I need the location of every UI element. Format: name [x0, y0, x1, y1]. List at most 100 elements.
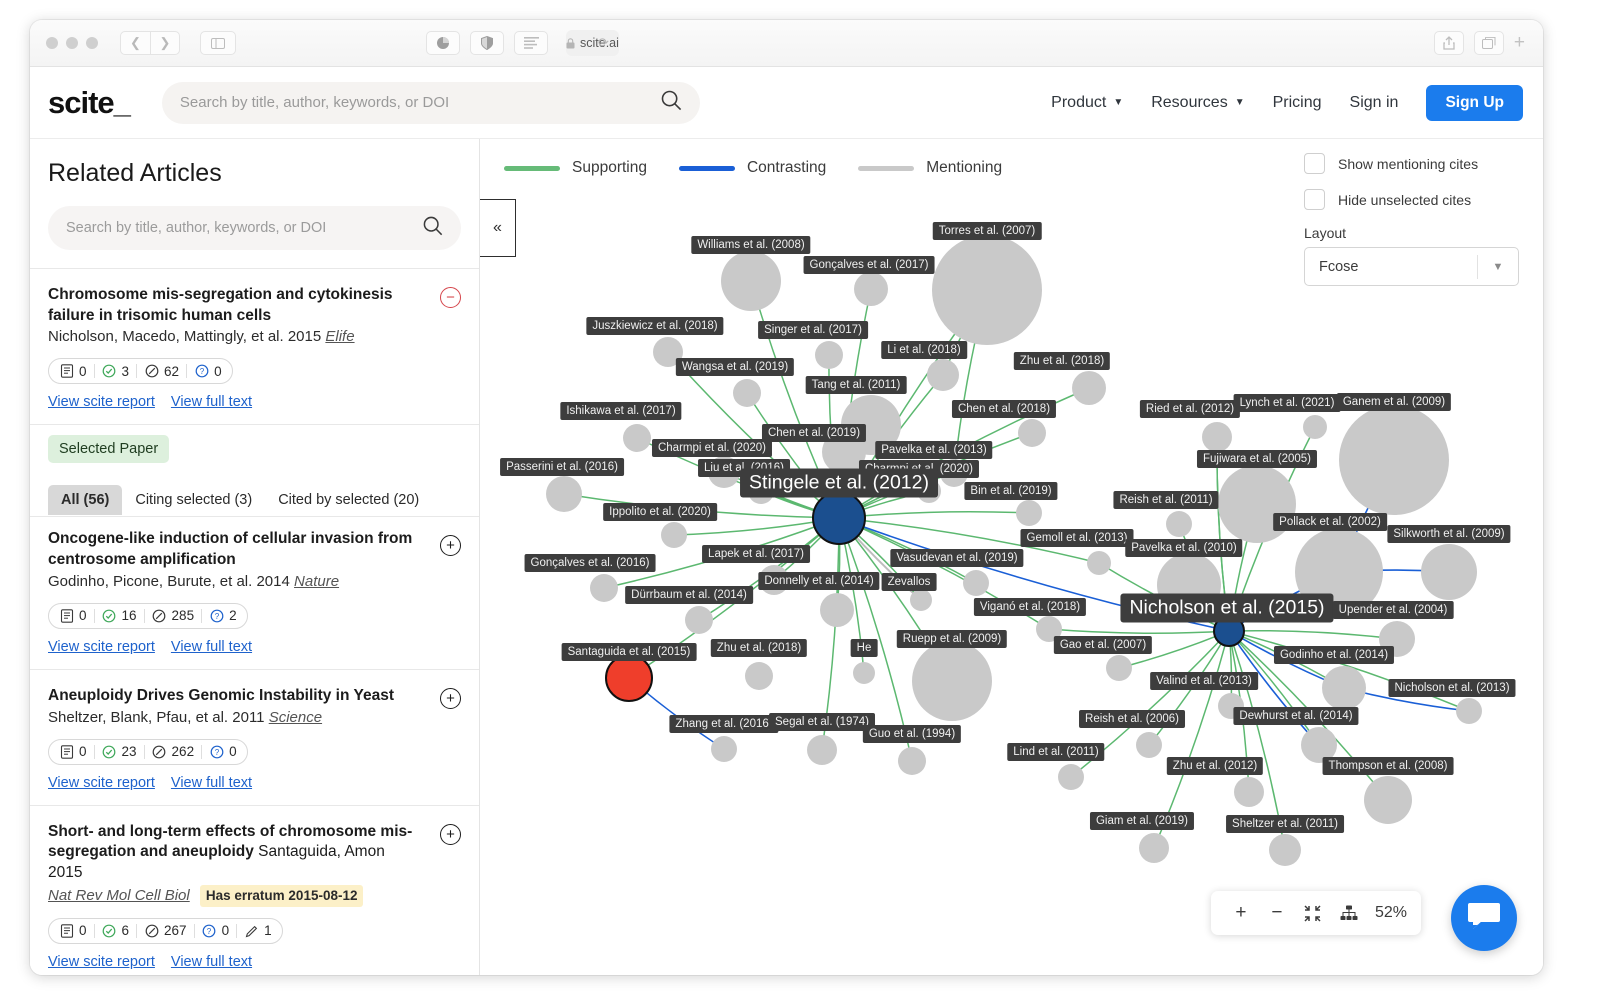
graph-node-label[interactable]: Fujiwara et al. (2005)	[1196, 450, 1318, 468]
graph-node[interactable]	[1234, 777, 1264, 807]
graph-edge[interactable]	[1048, 626, 1232, 637]
graph-node-label[interactable]: Dewhurst et al. (2014)	[1233, 707, 1359, 725]
reader-mode-icon[interactable]	[514, 31, 548, 55]
nav-item-product[interactable]: Product ▼	[1051, 94, 1123, 112]
search-icon[interactable]	[423, 216, 443, 241]
graph-node[interactable]	[898, 747, 926, 775]
global-search-input[interactable]	[179, 94, 661, 111]
badge-citation-statements[interactable]: 0	[59, 923, 94, 938]
graph-node[interactable]	[1072, 371, 1106, 405]
browser-mid-tools[interactable]: scite.ai ⟳	[426, 30, 619, 56]
badge-editorial[interactable]: 1	[237, 923, 272, 938]
hierarchy-icon[interactable]	[1333, 897, 1365, 929]
graph-node-label[interactable]: Chen et al. (2018)	[951, 400, 1057, 418]
badge-contrasting[interactable]: ? 2	[202, 608, 237, 623]
graph-node[interactable]	[1166, 511, 1192, 537]
graph-node-label[interactable]: Gonçalves et al. (2017)	[803, 256, 935, 274]
graph-node-label[interactable]: Li et al. (2018)	[881, 341, 967, 359]
hide-unselected-row[interactable]: Hide unselected cites	[1304, 189, 1519, 210]
graph-node[interactable]	[854, 272, 888, 306]
article-links[interactable]: View scite report View full text	[48, 394, 461, 410]
graph-node[interactable]	[1106, 655, 1132, 681]
article-item[interactable]: + Oncogene-like induction of cellular in…	[30, 516, 479, 670]
graph-node[interactable]	[853, 662, 875, 684]
sign-up-button[interactable]: Sign Up	[1426, 84, 1523, 121]
hide-unselected-checkbox[interactable]	[1304, 189, 1325, 210]
add-article-button[interactable]: +	[440, 687, 461, 709]
graph-edge[interactable]	[836, 510, 1030, 523]
graph-node-label[interactable]: Nicholson et al. (2013)	[1388, 679, 1516, 697]
tab-citing-selected[interactable]: Citing selected (3)	[122, 485, 265, 515]
graph-node-label[interactable]: Passerini et al. (2016)	[500, 458, 624, 476]
graph-node-label[interactable]: Ishikawa et al. (2017)	[560, 402, 682, 420]
graph-node[interactable]	[912, 641, 992, 721]
graph-node-label[interactable]: Stingele et al. (2012)	[740, 468, 938, 498]
nav-item-signin[interactable]: Sign in	[1350, 94, 1399, 112]
graph-node[interactable]	[1016, 500, 1042, 526]
graph-node[interactable]	[1456, 698, 1482, 724]
graph-node-label[interactable]: Segal et al. (1974)	[769, 713, 875, 731]
graph-node-label[interactable]: Pollack et al. (2002)	[1273, 513, 1387, 531]
graph-node[interactable]	[1339, 405, 1449, 515]
chat-button[interactable]	[1451, 885, 1517, 951]
scite-logo[interactable]: scite_	[48, 85, 131, 121]
graph-node-label[interactable]: Vasudevan et al. (2019)	[890, 549, 1024, 567]
graph-node-label[interactable]: Donnelly et al. (2014)	[758, 572, 880, 590]
graph-node-label[interactable]: Torres et al. (2007)	[932, 222, 1042, 240]
view-scite-report-link[interactable]: View scite report	[48, 394, 155, 410]
graph-node-label[interactable]: Zhu et al. (2018)	[710, 639, 808, 657]
graph-node[interactable]	[927, 359, 959, 391]
remove-article-button[interactable]: −	[440, 287, 461, 308]
graph-node-label[interactable]: Sheltzer et al. (2011)	[1226, 815, 1344, 833]
graph-node[interactable]	[546, 476, 582, 512]
graph-node[interactable]	[963, 570, 989, 596]
graph-node[interactable]	[820, 593, 854, 627]
article-journal[interactable]: Elife	[325, 328, 354, 345]
graph-node-label[interactable]: Reish et al. (2011)	[1113, 491, 1219, 509]
badge-supporting[interactable]: 16	[95, 608, 144, 623]
article-links[interactable]: View scite report View full text	[48, 775, 461, 791]
reload-icon[interactable]: ⟳	[598, 35, 609, 51]
graph-node[interactable]	[711, 736, 737, 762]
citation-graph-panel[interactable]: Supporting Contrasting Mentioning Show m	[480, 139, 1543, 975]
badge-mentioning[interactable]: 262	[145, 744, 202, 759]
graph-node[interactable]	[1136, 732, 1162, 758]
graph-node-label[interactable]: Thompson et al. (2008)	[1322, 757, 1454, 775]
tab-all[interactable]: All (56)	[48, 485, 123, 516]
graph-node[interactable]	[1303, 415, 1327, 439]
nav-item-resources[interactable]: Resources ▼	[1151, 94, 1244, 112]
article-item[interactable]: − Chromosome mis-segregation and cytokin…	[30, 269, 479, 426]
badge-mentioning[interactable]: 267	[137, 923, 194, 938]
badge-mentioning[interactable]: 62	[137, 364, 186, 379]
article-journal[interactable]: Nature	[294, 573, 339, 590]
graph-node-label[interactable]: Viganó et al. (2018)	[973, 598, 1087, 616]
graph-node[interactable]	[807, 735, 837, 765]
window-traffic-lights[interactable]	[46, 37, 98, 49]
maximize-window-button[interactable]	[86, 37, 98, 49]
graph-node-label[interactable]: Silkworth et al. (2009)	[1387, 525, 1511, 543]
show-mentioning-checkbox[interactable]	[1304, 153, 1325, 174]
view-full-text-link[interactable]: View full text	[171, 775, 252, 791]
graph-node[interactable]	[1218, 465, 1296, 543]
shield-icon[interactable]	[470, 31, 504, 55]
zoom-in-button[interactable]: +	[1225, 897, 1257, 929]
fit-screen-icon[interactable]	[1297, 897, 1329, 929]
graph-node-label[interactable]: Gao et al. (2007)	[1053, 636, 1153, 654]
global-search[interactable]	[161, 81, 700, 124]
add-article-button[interactable]: +	[440, 823, 461, 845]
graph-node-label[interactable]: Ganem et al. (2009)	[1336, 393, 1452, 411]
chevron-down-icon[interactable]: ▼	[1478, 261, 1518, 273]
badge-citation-statements[interactable]: 0	[59, 744, 94, 759]
graph-node[interactable]	[1269, 834, 1301, 866]
show-mentioning-row[interactable]: Show mentioning cites	[1304, 153, 1519, 174]
filter-tabs[interactable]: All (56) Citing selected (3) Cited by se…	[48, 485, 479, 516]
badge-supporting[interactable]: 23	[95, 744, 144, 759]
graph-node[interactable]	[812, 491, 866, 545]
graph-node[interactable]	[1058, 764, 1084, 790]
share-icon[interactable]	[1433, 31, 1464, 55]
sidebar-panel-icon[interactable]	[200, 31, 236, 55]
badge-mentioning[interactable]: 285	[145, 608, 202, 623]
badge-citation-statements[interactable]: 0	[59, 364, 94, 379]
graph-node[interactable]	[1202, 422, 1232, 452]
view-scite-report-link[interactable]: View scite report	[48, 954, 155, 970]
